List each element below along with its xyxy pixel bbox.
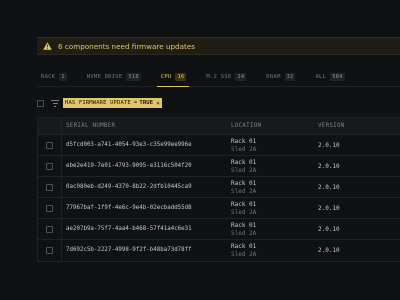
location: Rack 01 Sled 2A bbox=[231, 243, 256, 259]
location: Rack 01 Sled 2A bbox=[231, 222, 256, 238]
components-table: SERIAL NUMBER LOCATION VERSION d5fcd003-… bbox=[37, 117, 400, 262]
table-row[interactable]: 77967baf-1f9f-4e6c-9e4b-02ecbadd55d8 Rac… bbox=[38, 198, 400, 219]
tab-cpu[interactable]: CPU 16 bbox=[156, 69, 190, 87]
close-icon[interactable]: × bbox=[156, 100, 160, 107]
row-checkbox[interactable] bbox=[46, 142, 53, 149]
version: 2.0.10 bbox=[318, 163, 340, 170]
tab-label: RACK bbox=[41, 74, 56, 80]
rack-label: Rack 01 bbox=[231, 159, 257, 166]
rack-label: Rack 01 bbox=[231, 138, 257, 145]
location: Rack 01 Sled 2A bbox=[231, 138, 256, 154]
sled-label: Sled 2A bbox=[231, 230, 257, 237]
tab-label: DRAM bbox=[266, 74, 281, 80]
warning-icon bbox=[42, 41, 52, 51]
rack-label: Rack 01 bbox=[231, 201, 257, 208]
sled-label: Sled 2A bbox=[231, 209, 257, 216]
version: 2.0.10 bbox=[318, 142, 340, 149]
filter-value: TRUE bbox=[139, 100, 154, 106]
row-checkbox[interactable] bbox=[46, 226, 53, 233]
location: Rack 01 Sled 2A bbox=[231, 159, 256, 175]
table-row[interactable]: 7d692c5b-2227-4998-9f2f-b48ba73d78ff Rac… bbox=[38, 240, 400, 261]
filter-key: HAS FIRMWARE UPDATE bbox=[65, 100, 131, 106]
alert-message: 6 components need firmware updates bbox=[58, 41, 196, 51]
tab-rack[interactable]: RACK 1 bbox=[37, 69, 70, 85]
row-checkbox[interactable] bbox=[46, 163, 53, 170]
version: 2.0.10 bbox=[318, 247, 340, 254]
tab-count: 14 bbox=[235, 73, 247, 81]
serial-number: d5fcd003-a741-4054-93e3-c35e99ee996e bbox=[66, 142, 192, 148]
tab-count: 32 bbox=[284, 73, 296, 81]
sled-label: Sled 2A bbox=[231, 146, 257, 153]
column-divider bbox=[61, 117, 62, 262]
column-header-version[interactable]: VERSION bbox=[318, 123, 345, 129]
tab-label: NVME DRIVE bbox=[86, 74, 123, 80]
tab-all[interactable]: ALL 584 bbox=[311, 69, 347, 85]
serial-number: ae207b9a-75f7-4aa4-b468-57f41a4c6e31 bbox=[66, 226, 192, 232]
version: 2.0.10 bbox=[318, 184, 340, 191]
location: Rack 01 Sled 2A bbox=[231, 180, 256, 196]
firmware-alert-banner: 6 components need firmware updates bbox=[37, 37, 400, 55]
row-checkbox[interactable] bbox=[46, 205, 53, 212]
tab-label: ALL bbox=[315, 74, 327, 80]
serial-number: 0ac080eb-d249-4370-8b22-2dfb10445ca9 bbox=[66, 184, 192, 190]
rack-label: Rack 01 bbox=[231, 180, 257, 187]
table-header: SERIAL NUMBER LOCATION VERSION bbox=[38, 118, 400, 135]
column-header-serial[interactable]: SERIAL NUMBER bbox=[66, 123, 115, 129]
filter-bar: HAS FIRMWARE UPDATE = TRUE × bbox=[37, 97, 237, 109]
tab-m2-ssd[interactable]: M.2 SSD 14 bbox=[202, 69, 249, 85]
version: 2.0.10 bbox=[318, 205, 340, 212]
rack-label: Rack 01 bbox=[231, 222, 257, 229]
serial-number: ebe2e419-7e01-4793-9095-e3116c504f20 bbox=[66, 163, 192, 169]
table-row[interactable]: ebe2e419-7e01-4793-9095-e3116c504f20 Rac… bbox=[38, 156, 400, 177]
location: Rack 01 Sled 2A bbox=[231, 201, 256, 217]
tab-count: 16 bbox=[175, 73, 187, 81]
serial-number: 77967baf-1f9f-4e6c-9e4b-02ecbadd55d8 bbox=[66, 205, 192, 211]
filter-operator: = bbox=[133, 100, 138, 106]
tab-label: CPU bbox=[160, 74, 172, 80]
tab-count: 518 bbox=[126, 73, 141, 81]
tab-dram[interactable]: DRAM 32 bbox=[262, 69, 298, 85]
row-checkbox[interactable] bbox=[46, 184, 53, 191]
serial-number: 7d692c5b-2227-4998-9f2f-b48ba73d78ff bbox=[66, 247, 192, 253]
tab-count: 584 bbox=[330, 73, 345, 81]
table-row[interactable]: d5fcd003-a741-4054-93e3-c35e99ee996e Rac… bbox=[38, 135, 400, 156]
component-tabs: RACK 1 NVME DRIVE 518 CPU 16 M.2 SSD 14 … bbox=[37, 69, 400, 87]
version: 2.0.10 bbox=[318, 226, 340, 233]
row-checkbox[interactable] bbox=[46, 247, 53, 254]
rack-label: Rack 01 bbox=[231, 243, 257, 250]
tab-nvme-drive[interactable]: NVME DRIVE 518 bbox=[83, 69, 144, 85]
sled-label: Sled 2A bbox=[231, 188, 257, 195]
table-row[interactable]: 0ac080eb-d249-4370-8b22-2dfb10445ca9 Rac… bbox=[38, 177, 400, 198]
filter-icon[interactable] bbox=[51, 99, 59, 107]
filter-chip[interactable]: HAS FIRMWARE UPDATE = TRUE × bbox=[63, 98, 162, 108]
select-all-checkbox[interactable] bbox=[37, 99, 44, 107]
tab-count: 1 bbox=[59, 73, 67, 81]
sled-label: Sled 2A bbox=[231, 251, 257, 258]
tab-label: M.2 SSD bbox=[206, 74, 232, 80]
sled-label: Sled 2A bbox=[231, 167, 257, 174]
column-header-location[interactable]: LOCATION bbox=[231, 123, 261, 129]
table-row[interactable]: ae207b9a-75f7-4aa4-b468-57f41a4c6e31 Rac… bbox=[38, 219, 400, 240]
